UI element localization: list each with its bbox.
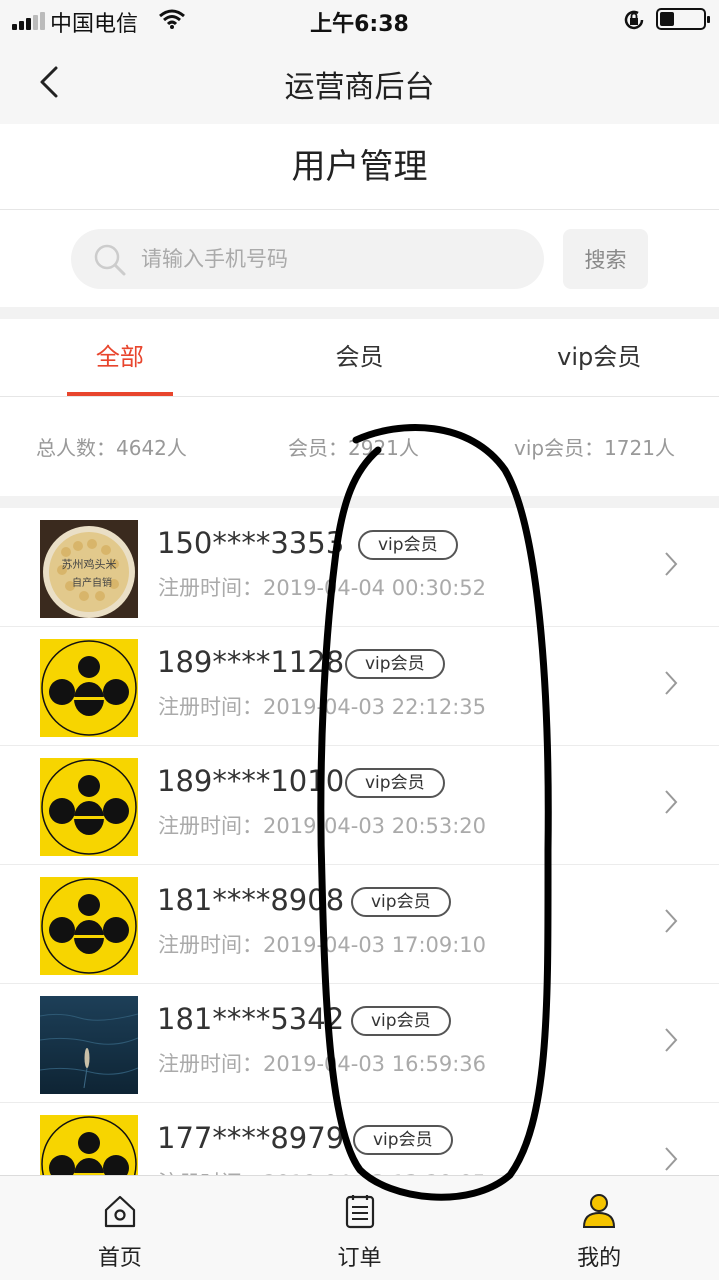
- search-box[interactable]: [71, 229, 544, 289]
- user-phone: 177****8979: [157, 1121, 345, 1155]
- user-phone: 181****5342: [157, 1002, 345, 1036]
- chevron-right-icon: [665, 1147, 678, 1171]
- home-icon: [104, 1195, 135, 1228]
- tab-members[interactable]: 会员: [240, 319, 480, 396]
- status-time: 上午6:38: [310, 12, 409, 37]
- user-phone: 181****8908: [157, 883, 345, 917]
- stat-vip: vip会员：1721人: [514, 436, 675, 460]
- chevron-right-icon: [665, 552, 678, 576]
- register-time: 注册时间：2019-04-03 20:53:20: [158, 814, 487, 838]
- avatar: [40, 996, 138, 1094]
- user-row[interactable]: 189****1010 vip会员 注册时间：2019-04-03 20:53:…: [0, 746, 719, 865]
- bottom-tab-label: 我的: [577, 1246, 622, 1271]
- vip-badge: vip会员: [345, 768, 445, 798]
- register-time: 注册时间：2019-04-04 00:30:52: [158, 576, 487, 600]
- bottom-tab-label: 订单: [337, 1246, 382, 1271]
- user-stats: 总人数：4642人 会员：2921人 vip会员：1721人: [0, 398, 719, 496]
- bottom-tab-orders[interactable]: 订单: [240, 1176, 480, 1280]
- search-button[interactable]: 搜索: [563, 229, 648, 289]
- user-list: 苏州鸡头米 自产自销 150****3353 vip会员 注册时间：2019-0…: [0, 508, 719, 1175]
- user-row[interactable]: 苏州鸡头米 自产自销 150****3353 vip会员 注册时间：2019-0…: [0, 508, 719, 627]
- vip-badge: vip会员: [351, 1006, 451, 1036]
- filter-tabs: 全部 会员 vip会员: [0, 319, 719, 397]
- register-time: 注册时间：2019-04-03 22:12:35: [158, 695, 487, 719]
- nav-bar: 运营商后台: [0, 40, 719, 124]
- bottom-tab-home[interactable]: 首页: [0, 1176, 240, 1280]
- svg-text:苏州鸡头米: 苏州鸡头米: [62, 557, 117, 571]
- user-row[interactable]: 181****5342 vip会员 注册时间：2019-04-03 16:59:…: [0, 984, 719, 1103]
- stat-members: 会员：2921人: [288, 436, 419, 460]
- battery-icon: [656, 8, 710, 30]
- page-title: 用户管理: [0, 124, 719, 210]
- vip-badge: vip会员: [345, 649, 445, 679]
- chevron-right-icon: [665, 909, 678, 933]
- vip-badge: vip会员: [351, 887, 451, 917]
- register-time: 注册时间：2019-04-03 16:59:36: [158, 1052, 487, 1076]
- user-row[interactable]: 181****8908 vip会员 注册时间：2019-04-03 17:09:…: [0, 865, 719, 984]
- bottom-tab-label: 首页: [97, 1246, 142, 1271]
- nav-title: 运营商后台: [284, 70, 435, 105]
- search-input[interactable]: [141, 229, 521, 289]
- user-phone: 189****1010: [157, 764, 345, 798]
- user-row[interactable]: 177****8979 vip会员 注册时间：2019-04-03 13:20:…: [0, 1103, 719, 1175]
- vip-badge: vip会员: [358, 530, 458, 560]
- avatar: [40, 639, 138, 737]
- register-time: 注册时间：2019-04-03 17:09:10: [158, 933, 487, 957]
- user-row[interactable]: 189****1128 vip会员 注册时间：2019-04-03 22:12:…: [0, 627, 719, 746]
- user-phone: 150****3353: [157, 526, 345, 560]
- stat-total: 总人数：4642人: [36, 436, 187, 460]
- avatar: [40, 758, 138, 856]
- svg-text:自产自销: 自产自销: [72, 576, 112, 589]
- bottom-tab-bar: 首页 订单 我的: [0, 1175, 719, 1280]
- status-bar: 中国电信 上午6:38: [0, 0, 719, 40]
- chevron-right-icon: [665, 790, 678, 814]
- chevron-right-icon: [665, 1028, 678, 1052]
- search-area: 搜索: [0, 211, 719, 307]
- chevron-right-icon: [665, 671, 678, 695]
- register-time: 注册时间：2019-04-03 13:20:05: [158, 1167, 486, 1175]
- avatar: [40, 877, 138, 975]
- bottom-tab-mine[interactable]: 我的: [479, 1176, 719, 1280]
- order-list-icon: [345, 1195, 374, 1229]
- vip-badge: vip会员: [353, 1125, 453, 1155]
- user-icon: [583, 1194, 616, 1228]
- avatar: [40, 1115, 138, 1175]
- user-phone: 189****1128: [157, 645, 345, 679]
- avatar: 苏州鸡头米 自产自销: [40, 520, 138, 618]
- search-icon: [94, 244, 126, 276]
- rotation-lock-icon: [624, 10, 644, 30]
- tab-vip-members[interactable]: vip会员: [479, 319, 719, 396]
- tab-all[interactable]: 全部: [0, 319, 240, 396]
